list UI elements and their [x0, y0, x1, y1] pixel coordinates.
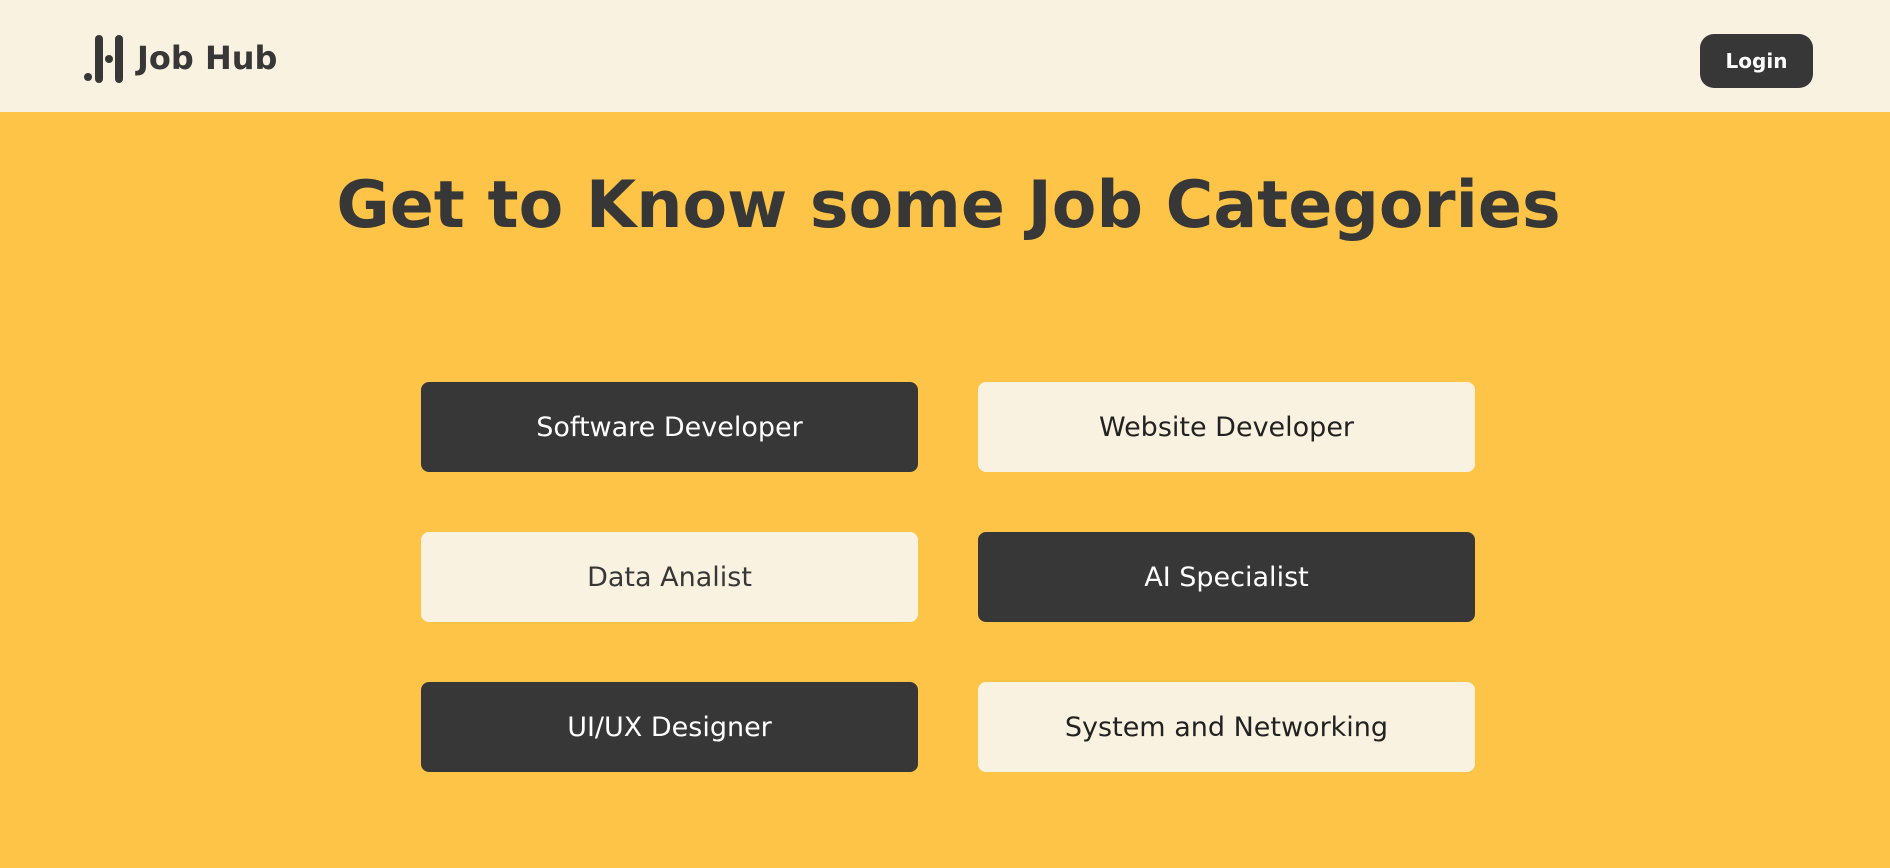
job-hub-logo-icon	[84, 35, 123, 83]
brand-name: Job Hub	[137, 39, 278, 77]
login-button[interactable]: Login	[1700, 34, 1813, 88]
category-system-and-networking-button[interactable]: System and Networking	[978, 682, 1475, 772]
category-ui-ux-designer-button[interactable]: UI/UX Designer	[421, 682, 918, 772]
job-category-grid: Software Developer Website Developer Dat…	[421, 382, 1476, 772]
brand-logo[interactable]: Job Hub	[84, 33, 277, 83]
category-data-analist-button[interactable]: Data Analist	[421, 532, 918, 622]
category-ai-specialist-button[interactable]: AI Specialist	[978, 532, 1475, 622]
category-software-developer-button[interactable]: Software Developer	[421, 382, 918, 472]
page-title: Get to Know some Job Categories	[336, 168, 1561, 243]
category-website-developer-button[interactable]: Website Developer	[978, 382, 1475, 472]
top-navbar: Job Hub Login	[0, 0, 1890, 112]
